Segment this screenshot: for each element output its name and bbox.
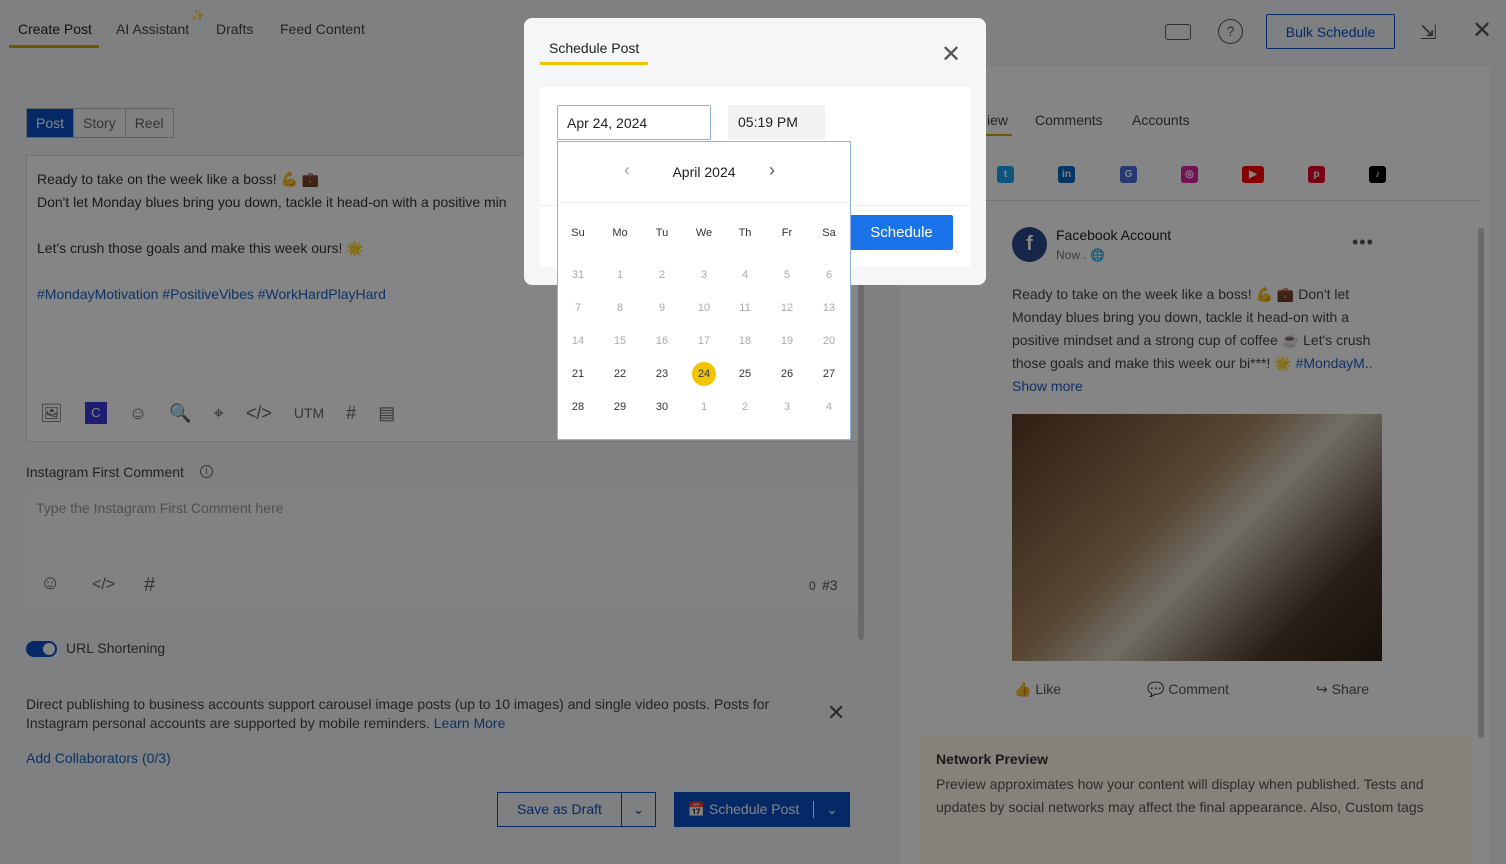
weekday-label: Mo [612,227,628,239]
calendar-day[interactable]: 4 [733,263,757,287]
weekday-label: Su [571,227,585,239]
calendar-day[interactable]: 11 [733,296,757,320]
weekday-label: Sa [822,227,836,239]
calendar-day[interactable]: 25 [733,362,757,386]
calendar-day[interactable]: 2 [650,263,674,287]
selected-day[interactable]: 24 [692,362,716,386]
calendar-day[interactable]: 2 [733,395,757,419]
calendar-day[interactable]: 26 [775,362,799,386]
date-picker: ‹ April 2024 › Su Mo Tu We Th Fr Sa 31 1 2 3 4 5 6 7 8 9… [557,141,851,440]
calendar-day[interactable]: 19 [775,329,799,353]
calendar-day[interactable]: 12 [775,296,799,320]
weekday-label: Th [738,227,752,239]
calendar-day[interactable]: 1 [692,395,716,419]
calendar-day[interactable]: 10 [692,296,716,320]
calendar-day[interactable]: 14 [566,329,590,353]
calendar-day[interactable]: 8 [608,296,632,320]
calendar-day[interactable]: 21 [566,362,590,386]
calendar-day[interactable]: 6 [817,263,841,287]
calendar-day[interactable]: 3 [692,263,716,287]
calendar-day[interactable]: 5 [775,263,799,287]
calendar-day[interactable]: 4 [817,395,841,419]
month-label: April 2024 [672,164,736,180]
weekday-label: We [695,227,713,239]
weekday-label: Tu [655,227,669,239]
calendar-day[interactable]: 28 [566,395,590,419]
calendar-day[interactable]: 23 [650,362,674,386]
calendar-day[interactable]: 7 [566,296,590,320]
modal-title: Schedule Post [549,40,640,56]
modal-close-icon[interactable]: ✕ [941,40,961,69]
calendar-day[interactable]: 29 [608,395,632,419]
calendar-day[interactable]: 31 [566,263,590,287]
calendar-day[interactable]: 3 [775,395,799,419]
time-input[interactable]: 05:19 PM [728,105,825,140]
calendar-day[interactable]: 22 [608,362,632,386]
calendar-day[interactable]: 18 [733,329,757,353]
calendar-day[interactable]: 30 [650,395,674,419]
date-input[interactable]: Apr 24, 2024 [557,105,711,140]
next-month-icon[interactable]: › [769,160,775,181]
calendar-day[interactable]: 20 [817,329,841,353]
schedule-button[interactable]: Schedule [850,215,953,250]
calendar-day[interactable]: 16 [650,329,674,353]
calendar-day[interactable]: 17 [692,329,716,353]
calendar-day[interactable]: 13 [817,296,841,320]
weekday-label: Fr [781,227,793,239]
calendar-day[interactable]: 9 [650,296,674,320]
calendar-day[interactable]: 1 [608,263,632,287]
calendar-day[interactable]: 15 [608,329,632,353]
calendar-day[interactable]: 27 [817,362,841,386]
